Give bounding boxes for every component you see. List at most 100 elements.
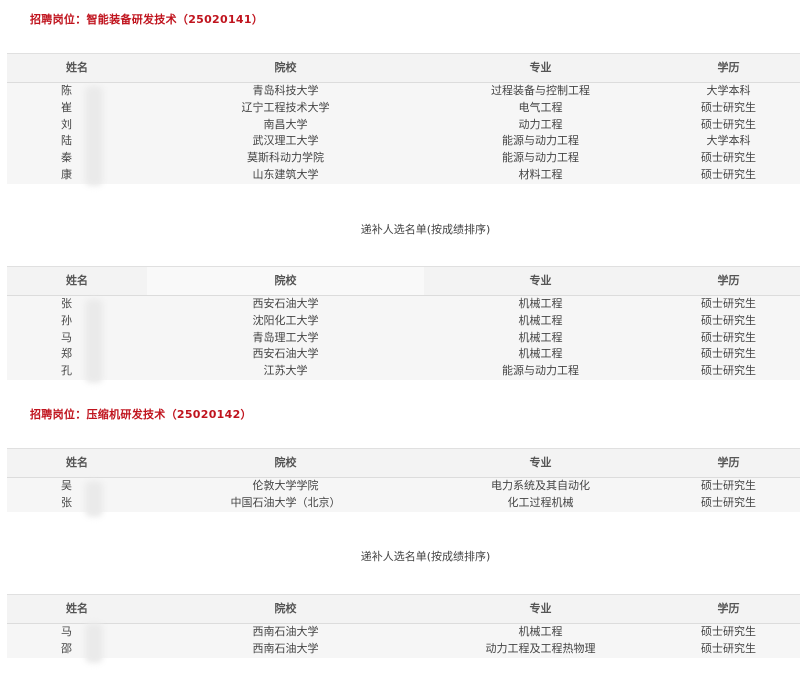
degree-cell: 硕士研究生 [701,117,756,131]
school-cell: 西安石油大学 [252,297,319,310]
table-row: 康 山东建筑大学 材料工程 硕士研究生 [7,166,800,184]
candidate-name: 孔 [61,364,72,378]
school-cell: 西南石油大学 [252,625,319,638]
school-cell: 南昌大学 [263,117,308,131]
candidate-name: 孙 [61,313,72,327]
shortlist-table-1: 姓名 院校 专业 学历 陈青岛科技大学 过程装备与控制工程 大学本科 崔辽宁工程技术… [7,53,800,186]
header-school: 院校 [147,267,424,295]
header-major: 专业 [529,456,552,469]
header-school: 院校 [274,456,297,469]
degree-cell: 硕士研究生 [701,625,756,638]
degree-cell: 大学本科 [706,134,751,148]
degree-cell: 硕士研究生 [701,330,756,344]
candidate-name: 崔 [61,100,72,114]
major-cell: 能源与动力工程 [502,364,579,378]
table-row: 张 西安石油大学 机械工程 硕士研究生 [7,296,800,313]
major-cell: 电气工程 [518,100,563,114]
candidate-name: 吴 [61,479,72,492]
table-row: 陆 武汉理工大学 能源与动力工程 大学本科 [7,133,800,151]
candidate-name: 马 [61,625,72,638]
degree-cell: 硕士研究生 [701,641,756,655]
header-major: 专业 [529,602,552,615]
school-cell: 莫斯科动力学院 [247,151,324,165]
name-redaction [85,86,103,186]
degree-cell: 硕士研究生 [701,313,756,327]
major-cell: 化工过程机械 [507,495,574,509]
school-cell: 辽宁工程技术大学 [241,100,330,114]
school-cell: 西安石油大学 [252,347,319,361]
major-cell: 过程装备与控制工程 [491,84,590,97]
header-school: 院校 [274,61,297,74]
header-school: 院校 [274,602,297,615]
post-title-1: 招聘岗位：智能装备研发技术（25020141） [30,13,264,26]
major-cell: 机械工程 [518,347,563,361]
post-title-2: 招聘岗位：压缩机研发技术（25020142） [30,408,252,421]
major-cell: 机械工程 [518,625,563,638]
table-header: 姓名 院校 专业 学历 [7,267,800,296]
major-cell: 机械工程 [518,330,563,344]
header-name: 姓名 [66,274,88,287]
candidate-name: 张 [61,495,72,509]
table-header: 姓名 院校 专业 学历 [7,595,800,624]
candidate-name: 陈 [61,84,72,97]
table-row: 孙 沈阳化工大学 机械工程 硕士研究生 [7,312,800,330]
school-cell: 青岛科技大学 [252,84,319,97]
table-row: 马 青岛理工大学 机械工程 硕士研究生 [7,329,800,347]
name-redaction [85,481,103,517]
degree-cell: 硕士研究生 [701,364,756,378]
header-name: 姓名 [66,456,88,469]
name-redaction [85,623,103,663]
header-degree: 学历 [717,602,740,615]
header-name: 姓名 [66,602,88,615]
table-row: 崔 辽宁工程技术大学 电气工程 硕士研究生 [7,99,800,117]
major-cell: 能源与动力工程 [502,151,579,165]
name-redaction [85,299,103,383]
major-cell: 材料工程 [518,167,563,181]
table-row: 张 中国石油大学（北京） 化工过程机械 硕士研究生 [7,494,800,512]
major-cell: 机械工程 [518,297,563,310]
degree-cell: 硕士研究生 [701,297,756,310]
school-cell: 沈阳化工大学 [252,313,319,327]
header-degree: 学历 [717,61,740,74]
table-row: 郑 西安石油大学 机械工程 硕士研究生 [7,346,800,364]
degree-cell: 硕士研究生 [701,151,756,165]
backup-table-1: 姓名 院校 专业 学历 张西安石油大学 机械工程 硕士研究生 孙沈阳化工大学 机械工程… [7,266,800,383]
backup-table-2: 姓名 院校 专业 学历 马西南石油大学 机械工程 硕士研究生 邵西南石油大学 动力工程… [7,594,800,663]
major-cell: 能源与动力工程 [502,134,579,148]
table-row: 孔 江苏大学 能源与动力工程 硕士研究生 [7,363,800,380]
candidate-name: 郑 [61,347,72,361]
table-header: 姓名 院校 专业 学历 [7,449,800,478]
table-row: 邵 西南石油大学 动力工程及工程热物理 硕士研究生 [7,640,800,658]
backup-list-title-2: 递补人选名单(按成绩排序) [360,550,491,563]
header-major: 专业 [529,61,552,74]
degree-cell: 硕士研究生 [701,100,756,114]
table-row: 秦 莫斯科动力学院 能源与动力工程 硕士研究生 [7,150,800,167]
candidate-name: 康 [61,167,72,181]
candidate-name: 张 [61,297,72,310]
header-major: 专业 [529,274,552,287]
candidate-name: 秦 [61,151,72,165]
candidate-name: 陆 [61,134,72,148]
school-cell: 青岛理工大学 [252,330,319,344]
school-cell: 江苏大学 [263,364,308,378]
school-cell: 山东建筑大学 [252,167,319,181]
school-cell: 西南石油大学 [252,641,319,655]
table-header: 姓名 院校 专业 学历 [7,54,800,83]
major-cell: 机械工程 [518,313,563,327]
backup-list-title-1: 递补人选名单(按成绩排序) [360,223,491,236]
candidate-name: 邵 [61,641,72,655]
header-degree: 学历 [717,456,740,469]
shortlist-table-2: 姓名 院校 专业 学历 吴伦敦大学学院 电力系统及其自动化 硕士研究生 张中国石油大… [7,448,800,517]
degree-cell: 硕士研究生 [701,479,756,492]
school-cell: 武汉理工大学 [252,134,319,148]
school-cell: 中国石油大学（北京） [230,495,341,509]
degree-cell: 硕士研究生 [701,347,756,361]
table-row: 吴 伦敦大学学院 电力系统及其自动化 硕士研究生 [7,478,800,495]
candidate-name: 刘 [61,117,72,131]
major-cell: 动力工程及工程热物理 [485,641,596,655]
candidate-name: 马 [61,330,72,344]
table-row: 马 西南石油大学 机械工程 硕士研究生 [7,624,800,641]
school-cell: 伦敦大学学院 [252,479,319,492]
degree-cell: 大学本科 [706,84,751,97]
degree-cell: 硕士研究生 [701,495,756,509]
